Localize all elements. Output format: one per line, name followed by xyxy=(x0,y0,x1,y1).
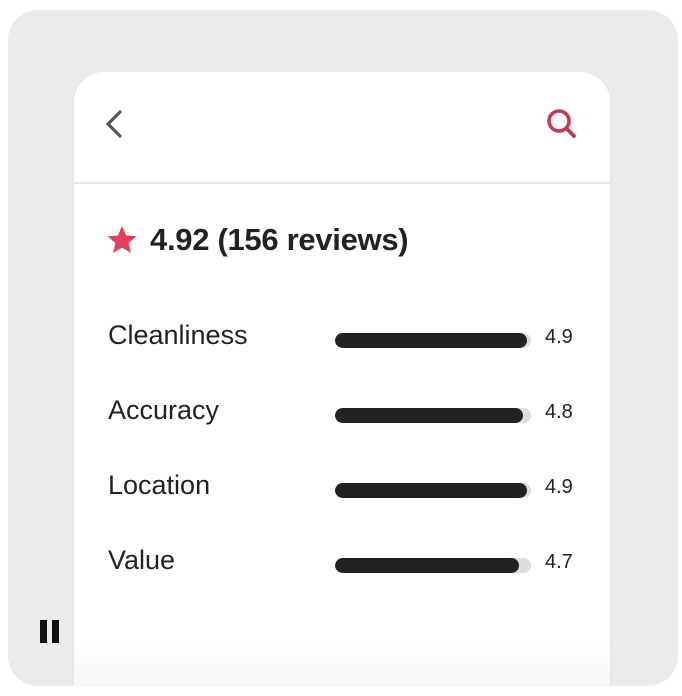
category-label: Location xyxy=(108,470,211,500)
chevron-left-icon xyxy=(106,110,122,138)
pause-button[interactable] xyxy=(38,618,62,646)
search-icon xyxy=(547,109,576,138)
rating-row-location: Location 4.9 xyxy=(108,454,588,529)
category-label: Cleanliness xyxy=(108,320,248,350)
rating-row-accuracy: Accuracy 4.8 xyxy=(108,379,588,454)
rating-bar-fill xyxy=(335,408,524,423)
category-ratings: Cleanliness 4.9 Accuracy 4.8 Location 4.… xyxy=(108,304,588,604)
search-button[interactable] xyxy=(542,104,582,144)
category-score: 4.9 xyxy=(545,476,573,498)
video-frame: 4.92 (156 reviews) Cleanliness 4.9 Accur… xyxy=(8,10,678,686)
rating-bar xyxy=(335,333,531,348)
rating-bar xyxy=(335,483,531,498)
rating-bar xyxy=(335,558,531,573)
star-icon xyxy=(107,226,137,253)
overall-rating: 4.92 (156 reviews) xyxy=(150,222,409,257)
rating-bar xyxy=(335,408,531,423)
category-score: 4.8 xyxy=(545,401,573,423)
rating-row-cleanliness: Cleanliness 4.9 xyxy=(108,304,588,379)
back-button[interactable] xyxy=(98,104,134,144)
rating-bar-fill xyxy=(335,558,520,573)
bottom-fade xyxy=(74,642,610,686)
category-score: 4.7 xyxy=(545,551,573,573)
rating-bar-fill xyxy=(335,333,528,348)
rating-summary: 4.92 (156 reviews) xyxy=(106,220,409,260)
rating-row-value: Value 4.7 xyxy=(108,529,588,604)
category-score: 4.9 xyxy=(545,326,573,348)
top-bar xyxy=(74,72,610,184)
category-label: Value xyxy=(108,545,176,575)
reviews-card: 4.92 (156 reviews) Cleanliness 4.9 Accur… xyxy=(74,72,610,686)
rating-bar-fill xyxy=(335,483,528,498)
category-label: Accuracy xyxy=(108,395,220,425)
